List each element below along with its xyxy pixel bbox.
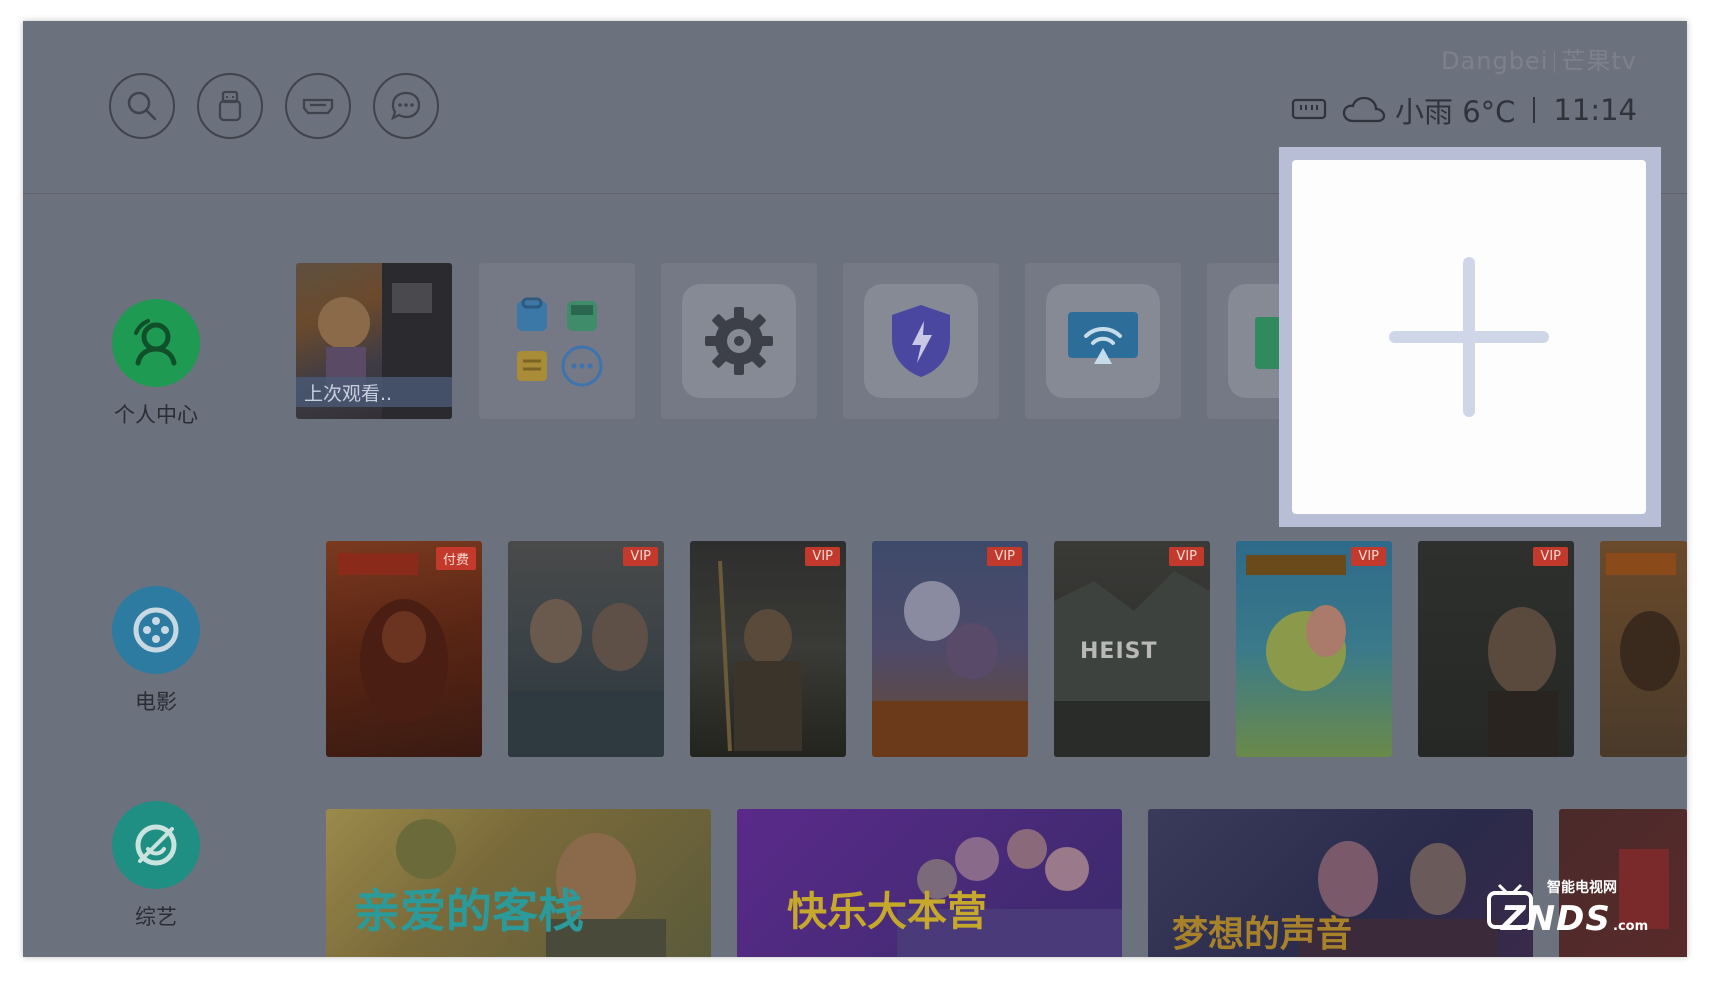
continue-watching-card[interactable]: 上次观看..	[296, 263, 452, 419]
hdmi-button[interactable]	[285, 73, 351, 139]
tv-screen: Dangbei 芒果tv 小雨 6°C 11:14 个人中心 电影 综艺 上次观…	[23, 21, 1687, 957]
nav-item-variety[interactable]: 综艺	[91, 801, 221, 931]
continue-watching-label: 上次观看..	[304, 383, 393, 405]
poster-art	[718, 560, 802, 752]
brand-logo: Dangbei 芒果tv	[1441, 41, 1637, 76]
ethernet-icon	[1291, 96, 1327, 124]
movie-poster[interactable]: VIP	[508, 541, 664, 757]
user-icon	[112, 299, 200, 387]
poster-art	[508, 599, 664, 757]
security-app-icon-bg	[864, 284, 978, 398]
paid-badge: 付费	[435, 547, 476, 570]
watermark-line2: ZNDS	[1501, 899, 1611, 939]
banner-title: 快乐大本营	[787, 889, 987, 935]
poster-art	[1246, 555, 1346, 691]
variety-banner[interactable]: 快乐大本营	[737, 809, 1122, 957]
brand-partner: 芒果tv	[1561, 47, 1637, 75]
poster-title-text: HEIST	[1080, 639, 1158, 664]
film-reel-icon	[112, 586, 200, 674]
vip-badge: VIP	[1169, 547, 1204, 566]
nav-label: 综艺	[135, 905, 177, 929]
vip-badge: VIP	[987, 547, 1022, 566]
screen-cast-app-icon-bg	[1046, 284, 1160, 398]
screen-cast-icon	[1068, 312, 1138, 364]
weather-text: 小雨 6°C	[1395, 95, 1516, 129]
message-icon	[391, 91, 421, 121]
clock-time: 11:14	[1553, 93, 1637, 127]
add-app-card[interactable]	[1292, 160, 1646, 514]
movie-poster[interactable]: VIP	[1418, 541, 1574, 757]
status-divider	[1533, 97, 1536, 123]
variety-banner[interactable]: 梦想的声音	[1148, 809, 1533, 957]
app-store-group-icon	[517, 297, 603, 387]
message-button[interactable]	[373, 73, 439, 139]
znds-watermark: 智能电视网 ZNDS .com	[1485, 875, 1665, 949]
watermark-suffix: .com	[1613, 919, 1649, 934]
movie-poster[interactable]: VIP	[1236, 541, 1392, 757]
movie-poster[interactable]: VIP	[690, 541, 846, 757]
plus-icon	[1389, 257, 1549, 417]
movie-poster[interactable]: HEIST VIP	[1054, 541, 1210, 757]
movie-poster[interactable]: VIP	[872, 541, 1028, 757]
poster-art	[872, 581, 1028, 757]
search-icon	[127, 91, 157, 121]
poster-art	[1488, 607, 1558, 757]
poster-art	[1606, 553, 1680, 691]
variety-banner[interactable]: 亲爱的客栈	[326, 809, 711, 957]
security-shield-icon	[892, 305, 950, 377]
brand-separator	[1554, 51, 1556, 73]
settings-app-icon-bg	[682, 284, 796, 398]
nav-item-personal-center[interactable]: 个人中心	[91, 299, 221, 429]
cloud-icon	[1341, 95, 1387, 125]
search-button[interactable]	[109, 73, 175, 139]
variety-icon	[112, 801, 200, 889]
banner-title: 梦想的声音	[1172, 914, 1353, 955]
nav-item-movies[interactable]: 电影	[91, 586, 221, 716]
app-store-group-tile[interactable]	[479, 263, 635, 419]
movie-poster[interactable]	[1600, 541, 1687, 757]
poster-art	[338, 553, 448, 723]
watermark-line1: 智能电视网	[1547, 880, 1617, 896]
usb-button[interactable]	[197, 73, 263, 139]
usb-icon	[218, 90, 242, 122]
banner-title: 亲爱的客栈	[354, 884, 584, 938]
vip-badge: VIP	[1533, 547, 1568, 566]
nav-label: 个人中心	[114, 403, 198, 427]
settings-icon	[705, 307, 773, 375]
vip-badge: VIP	[1351, 547, 1386, 566]
nav-label: 电影	[135, 690, 177, 714]
hdmi-icon	[302, 98, 334, 115]
status-bar: 小雨 6°C 11:14	[1291, 89, 1637, 131]
vip-badge: VIP	[805, 547, 840, 566]
vip-badge: VIP	[623, 547, 658, 566]
screen-cast-app-tile[interactable]	[1025, 263, 1181, 419]
settings-app-tile[interactable]	[661, 263, 817, 419]
security-app-tile[interactable]	[843, 263, 999, 419]
brand-name: Dangbei	[1441, 47, 1549, 75]
movie-poster[interactable]: 付费	[326, 541, 482, 757]
